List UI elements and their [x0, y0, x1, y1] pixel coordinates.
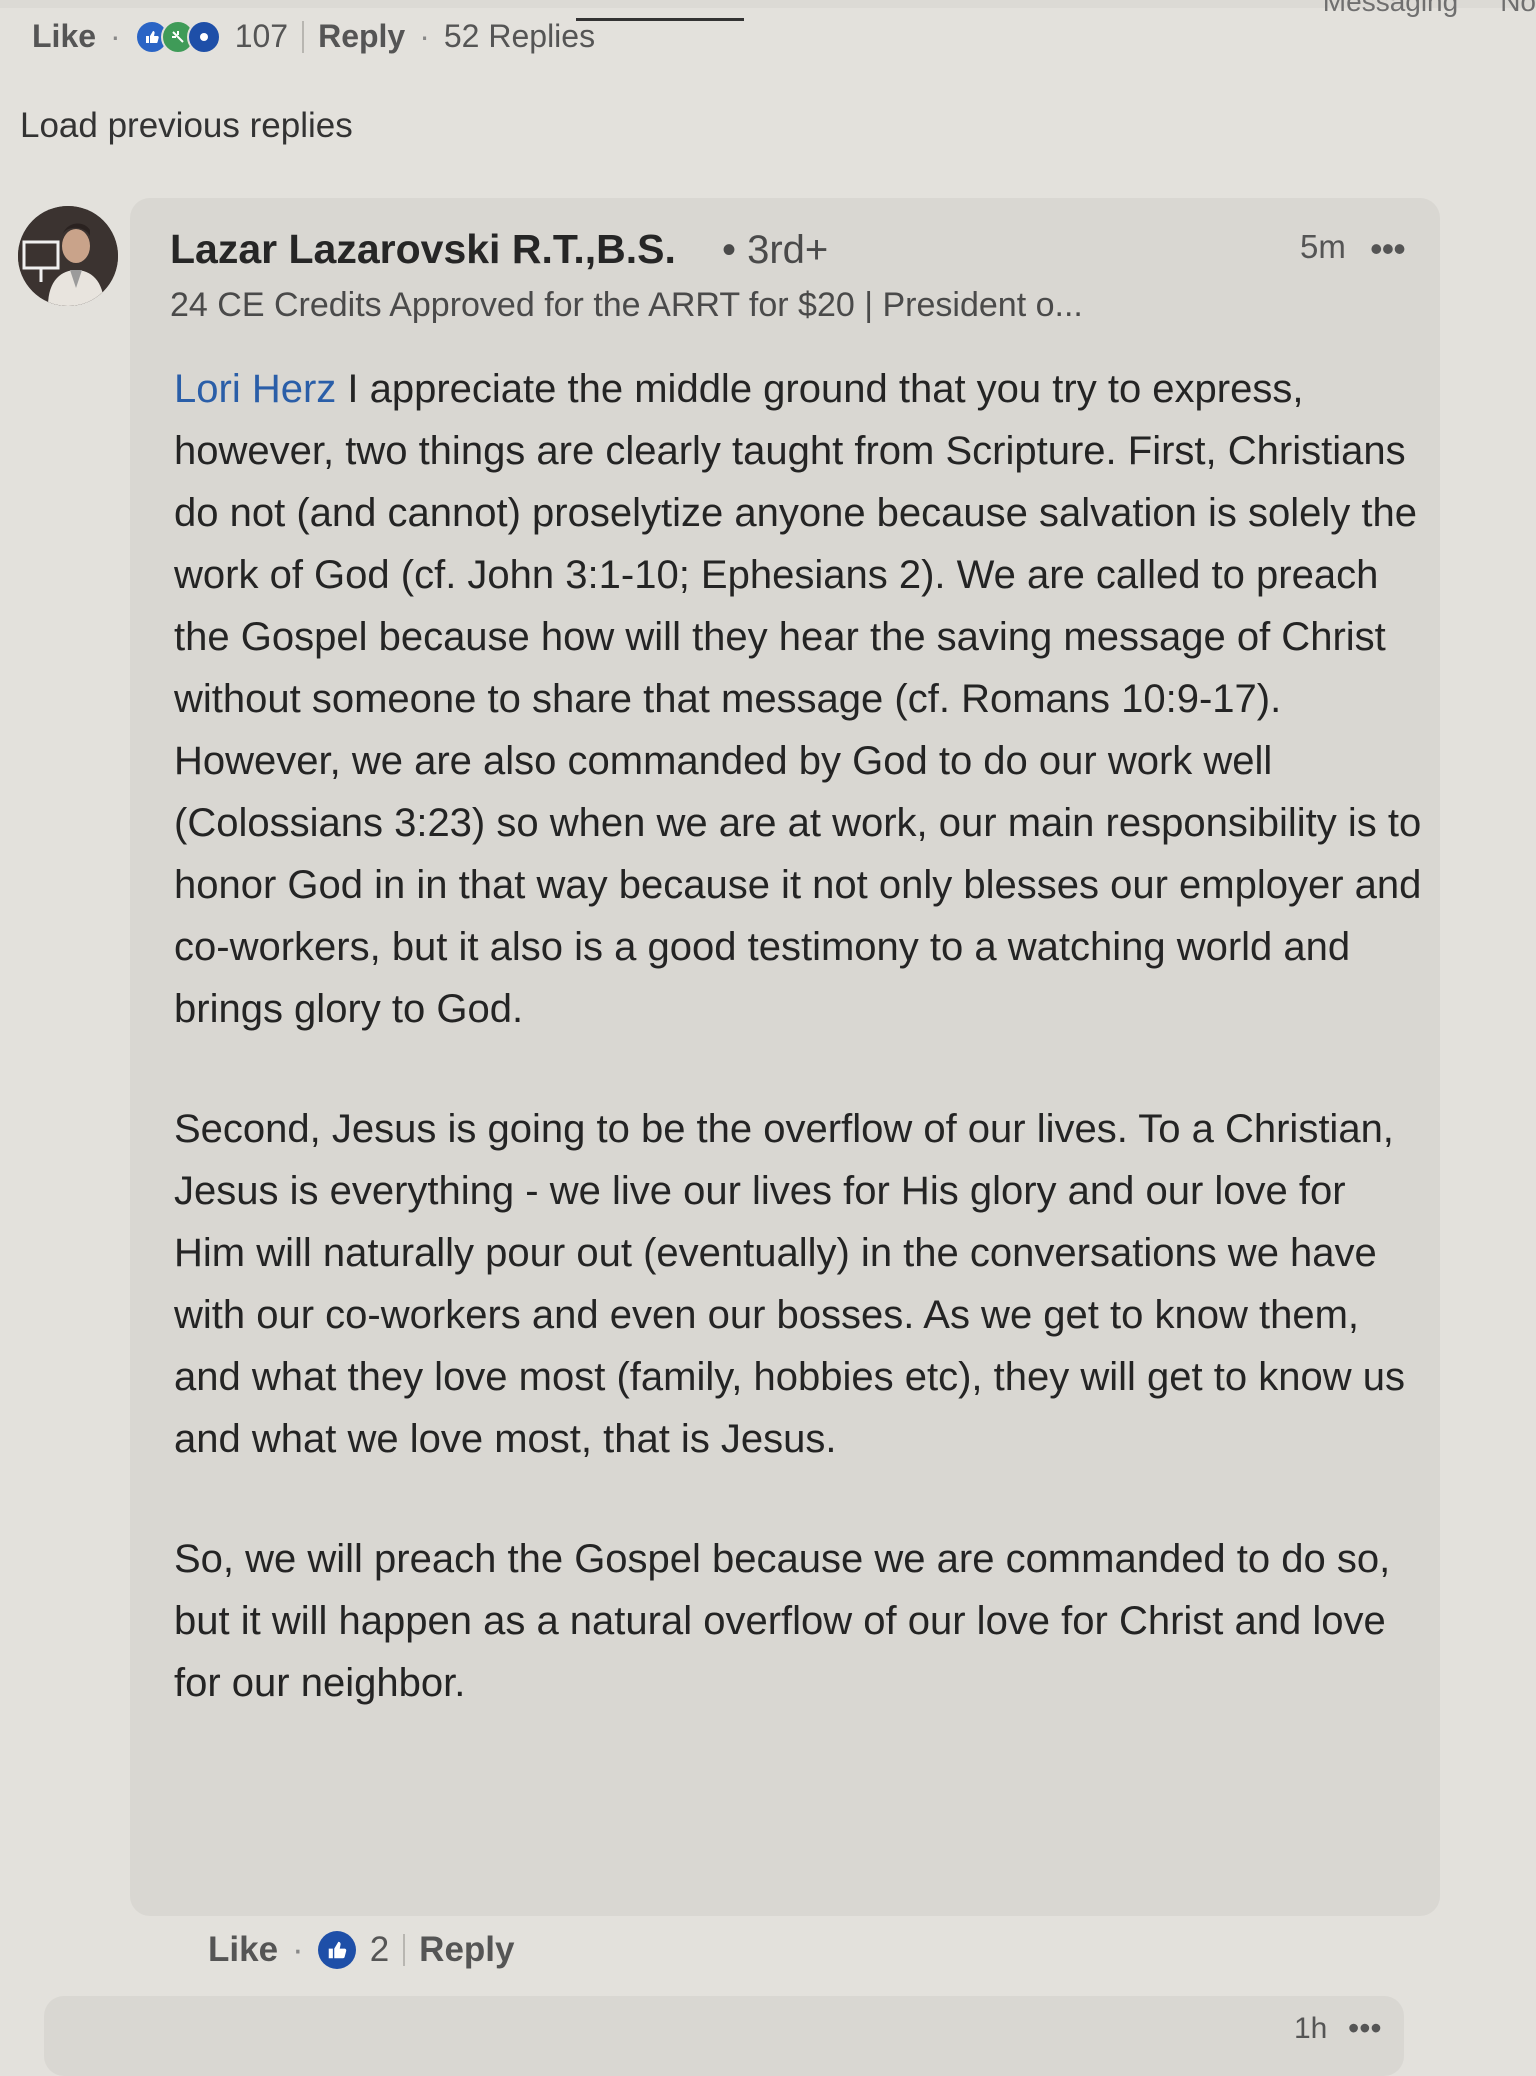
- parent-reaction-count[interactable]: 107: [235, 18, 288, 55]
- separator-dot: ·: [110, 18, 121, 54]
- tab-underline: [576, 18, 744, 21]
- reply-button[interactable]: Reply: [419, 1930, 514, 1970]
- load-previous-replies-button[interactable]: Load previous replies: [20, 106, 353, 146]
- like-reaction-icon[interactable]: [317, 1931, 356, 1969]
- reaction-count[interactable]: 2: [370, 1930, 389, 1970]
- like-button[interactable]: Like: [208, 1930, 278, 1970]
- next-comment-card: 1h •••: [44, 1996, 1404, 2076]
- comment-actions: Like · 2 Reply: [208, 1930, 514, 1970]
- author-headline: 24 CE Credits Approved for the ARRT for …: [170, 286, 1083, 324]
- comment-body: Lori Herz I appreciate the middle ground…: [174, 358, 1424, 1772]
- avatar[interactable]: [18, 206, 118, 306]
- parent-comment-actions: Like · 107 Reply · 52 Replies: [32, 18, 595, 55]
- top-bar: [0, 0, 1536, 8]
- comment-paragraph-2: Second, Jesus is going to be the overflo…: [174, 1107, 1405, 1461]
- support-reaction-icon: [186, 19, 221, 54]
- comment-card: Lazar Lazarovski R.T.,B.S. • 3rd+ 5m •••…: [130, 198, 1440, 1916]
- separator-dot: ·: [419, 18, 430, 54]
- comment-timestamp: 5m: [1300, 228, 1346, 265]
- replies-count-link[interactable]: 52 Replies: [444, 18, 595, 55]
- paragraph-1-text: I appreciate the middle ground that you …: [174, 367, 1422, 1031]
- more-options-icon[interactable]: •••: [1370, 228, 1406, 270]
- nav-notifications[interactable]: No: [1500, 0, 1536, 18]
- nav-messaging[interactable]: Messaging: [1323, 0, 1458, 18]
- action-divider: [302, 20, 305, 53]
- next-comment-timestamp: 1h: [1294, 2012, 1328, 2045]
- mention-link[interactable]: Lori Herz: [174, 367, 336, 411]
- parent-like-button[interactable]: Like: [32, 18, 96, 55]
- comment-paragraph-3: So, we will preach the Gospel because we…: [174, 1537, 1391, 1705]
- comment-paragraph-1: Lori Herz I appreciate the middle ground…: [174, 358, 1424, 1040]
- top-nav: Messaging No: [1323, 0, 1536, 18]
- next-more-options-icon[interactable]: •••: [1348, 2010, 1382, 2047]
- separator-dot: ·: [292, 1930, 304, 1969]
- parent-reply-button[interactable]: Reply: [318, 18, 405, 55]
- action-divider: [403, 1934, 406, 1966]
- reaction-icons[interactable]: [134, 19, 221, 54]
- connection-degree: • 3rd+: [722, 228, 829, 272]
- author-name[interactable]: Lazar Lazarovski R.T.,B.S.: [170, 226, 676, 273]
